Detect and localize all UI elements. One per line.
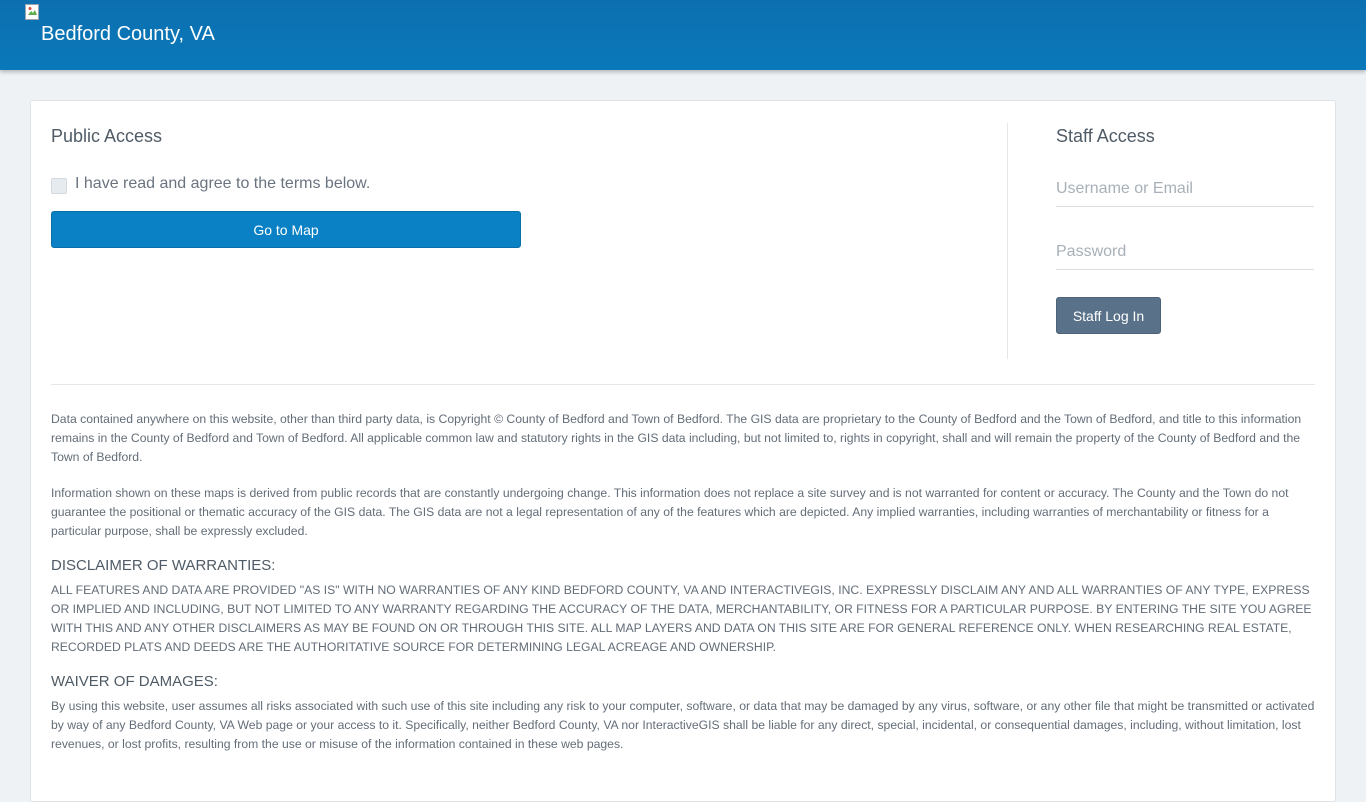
agree-terms-checkbox[interactable]	[51, 178, 67, 194]
agree-terms-label: I have read and agree to the terms below…	[75, 175, 371, 192]
horizontal-divider	[51, 384, 1315, 385]
agree-terms-row[interactable]: I have read and agree to the terms below…	[51, 174, 370, 194]
broken-image-icon	[25, 4, 39, 20]
site-title: Bedford County, VA	[41, 23, 215, 45]
waiver-heading: WAIVER OF DAMAGES:	[51, 673, 218, 690]
copyright-paragraph: Data contained anywhere on this website,…	[51, 412, 1302, 464]
terms-section: Data contained anywhere on this website,…	[51, 410, 1316, 754]
username-field[interactable]	[1056, 180, 1314, 207]
information-paragraph: Information shown on these maps is deriv…	[51, 486, 1289, 538]
disclaimer-body: FEATURES AND DATA ARE PROVIDED "AS IS" W…	[51, 583, 1312, 654]
vertical-divider	[1007, 123, 1008, 359]
top-header-bar: Bedford County, VA	[0, 0, 1366, 70]
staff-login-button[interactable]: Staff Log In	[1056, 297, 1161, 334]
waiver-paragraph: By using this website, user assumes all …	[51, 699, 1315, 751]
disclaimer-heading: DISCLAIMER OF WARRANTIES:	[51, 557, 276, 574]
disclaimer-paragraph: ALL FEATURES AND DATA ARE PROVIDED "AS I…	[51, 581, 1316, 657]
access-card: Public Access I have read and agree to t…	[30, 100, 1336, 802]
staff-access-title: Staff Access	[1056, 126, 1155, 146]
public-access-title: Public Access	[51, 126, 163, 146]
password-field[interactable]	[1056, 243, 1314, 270]
go-to-map-button[interactable]: Go to Map	[51, 211, 521, 248]
disclaimer-lead: ALL	[51, 583, 73, 597]
